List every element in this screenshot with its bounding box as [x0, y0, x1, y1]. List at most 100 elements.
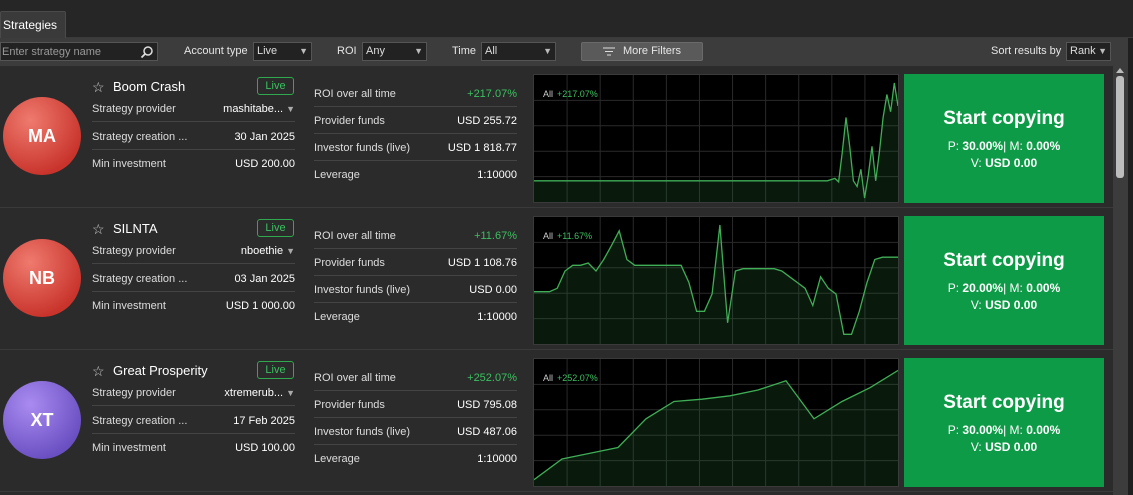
- volume-line: V: USD 0.00: [904, 440, 1104, 454]
- min-investment-value: USD 100.00: [235, 442, 295, 454]
- creation-row: Strategy creation ... 30 Jan 2025: [92, 123, 295, 150]
- p-value: 20.00%: [962, 281, 1004, 295]
- strategy-card: MA ☆ Boom Crash Live Strategy provider m…: [0, 66, 1113, 208]
- volume-line: V: USD 0.00: [904, 298, 1104, 312]
- search-icon[interactable]: [140, 45, 154, 59]
- sort-select[interactable]: Rank ▼: [1066, 42, 1111, 61]
- creation-value: 30 Jan 2025: [234, 131, 295, 143]
- sort-value: Rank: [1070, 45, 1096, 57]
- leverage-row: Leverage 1:10000: [314, 161, 517, 188]
- strategy-name[interactable]: SILNTA: [113, 221, 158, 236]
- provider-value[interactable]: nboethie ▼: [241, 245, 295, 257]
- investor-funds-value: USD 1 818.77: [447, 142, 517, 154]
- account-type-select[interactable]: Live ▼: [253, 42, 312, 61]
- investor-funds-value: USD 487.06: [457, 426, 517, 438]
- provider-funds-value: USD 1 108.76: [447, 257, 517, 269]
- provider-row: Strategy provider mashitabe... ▼: [92, 95, 295, 122]
- sort-label: Sort results by: [991, 45, 1062, 57]
- search-input[interactable]: [2, 44, 136, 59]
- start-copying-button[interactable]: Start copying P: 20.00%| M: 0.00% V: USD…: [904, 216, 1104, 345]
- leverage-label: Leverage: [314, 169, 360, 181]
- provider-funds-label: Provider funds: [314, 115, 385, 127]
- v-value: USD 0.00: [985, 156, 1038, 170]
- roi-label: ROI: [337, 45, 357, 57]
- strategy-card: NB ☆ SILNTA Live Strategy provider nboet…: [0, 208, 1113, 350]
- live-badge: Live: [257, 361, 294, 379]
- chevron-down-icon: ▼: [286, 388, 295, 398]
- roi-value: Any: [366, 45, 385, 57]
- performance-chart[interactable]: All +252.07%: [533, 358, 899, 487]
- provider-funds-label: Provider funds: [314, 257, 385, 269]
- provider-label: Strategy provider: [92, 103, 176, 115]
- creation-row: Strategy creation ... 17 Feb 2025: [92, 407, 295, 434]
- strategy-card: XT ☆ Great Prosperity Live Strategy prov…: [0, 350, 1113, 492]
- favorite-star-icon[interactable]: ☆: [92, 363, 105, 380]
- roi-value: +252.07%: [467, 372, 517, 384]
- fees-line: P: 30.00%| M: 0.00%: [904, 423, 1104, 437]
- scrollbar-thumb[interactable]: [1116, 76, 1124, 178]
- time-select[interactable]: All ▼: [481, 42, 556, 61]
- filter-icon: [602, 47, 615, 56]
- investor-funds-label: Investor funds (live): [314, 142, 410, 154]
- provider-value[interactable]: mashitabe... ▼: [223, 103, 295, 115]
- m-label: | M:: [1003, 423, 1023, 437]
- provider-label: Strategy provider: [92, 245, 176, 257]
- favorite-star-icon[interactable]: ☆: [92, 79, 105, 96]
- strategy-list: MA ☆ Boom Crash Live Strategy provider m…: [0, 66, 1113, 495]
- start-copying-label: Start copying: [943, 250, 1065, 271]
- avatar[interactable]: XT: [3, 381, 81, 459]
- strategy-name[interactable]: Boom Crash: [113, 79, 185, 94]
- investor-funds-row: Investor funds (live) USD 487.06: [314, 418, 517, 445]
- roi-row: ROI over all time +11.67%: [314, 222, 517, 249]
- performance-chart[interactable]: All +11.67%: [533, 216, 899, 345]
- roi-label: ROI over all time: [314, 372, 396, 384]
- leverage-label: Leverage: [314, 453, 360, 465]
- avatar[interactable]: MA: [3, 97, 81, 175]
- chart-roi: +11.67%: [557, 231, 593, 241]
- chevron-down-icon: ▼: [414, 46, 423, 56]
- p-value: 30.00%: [962, 139, 1004, 153]
- provider-value[interactable]: xtremerub... ▼: [224, 387, 295, 399]
- scroll-up-icon[interactable]: [1116, 68, 1124, 73]
- performance-chart[interactable]: All +217.07%: [533, 74, 899, 203]
- fees-line: P: 30.00%| M: 0.00%: [904, 139, 1104, 153]
- live-badge: Live: [257, 219, 294, 237]
- start-copying-button[interactable]: Start copying P: 30.00%| M: 0.00% V: USD…: [904, 74, 1104, 203]
- search-box[interactable]: [0, 42, 158, 61]
- chevron-down-icon: ▼: [1098, 46, 1107, 56]
- provider-funds-row: Provider funds USD 795.08: [314, 391, 517, 418]
- leverage-value: 1:10000: [477, 311, 517, 323]
- filter-bar: Account type Live ▼ ROI Any ▼ Time All ▼ Mo…: [0, 38, 1128, 66]
- m-label: | M:: [1003, 139, 1023, 153]
- m-value: 0.00%: [1026, 139, 1061, 153]
- min-investment-label: Min investment: [92, 158, 166, 170]
- tab-strategies[interactable]: Strategies: [0, 11, 66, 38]
- volume-line: V: USD 0.00: [904, 156, 1104, 170]
- favorite-star-icon[interactable]: ☆: [92, 221, 105, 238]
- chart-period: All: [543, 373, 554, 383]
- leverage-label: Leverage: [314, 311, 360, 323]
- more-filters-button[interactable]: More Filters: [581, 42, 703, 61]
- min-investment-row: Min investment USD 1 000.00: [92, 292, 295, 319]
- chart-label: All +252.07%: [543, 373, 598, 383]
- start-copying-button[interactable]: Start copying P: 30.00%| M: 0.00% V: USD…: [904, 358, 1104, 487]
- min-investment-row: Min investment USD 100.00: [92, 434, 295, 461]
- min-investment-value: USD 200.00: [235, 158, 295, 170]
- leverage-value: 1:10000: [477, 453, 517, 465]
- min-investment-label: Min investment: [92, 442, 166, 454]
- avatar[interactable]: NB: [3, 239, 81, 317]
- roi-select[interactable]: Any ▼: [362, 42, 427, 61]
- strategy-name[interactable]: Great Prosperity: [113, 363, 208, 378]
- v-value: USD 0.00: [985, 298, 1038, 312]
- series-area: [534, 370, 898, 486]
- chart-roi: +252.07%: [557, 373, 598, 383]
- chart-label: All +217.07%: [543, 89, 598, 99]
- account-type-value: Live: [257, 45, 278, 57]
- m-value: 0.00%: [1026, 281, 1061, 295]
- min-investment-value: USD 1 000.00: [225, 300, 295, 312]
- chevron-down-icon: ▼: [286, 104, 295, 114]
- provider-funds-value: USD 795.08: [457, 399, 517, 411]
- creation-value: 17 Feb 2025: [233, 415, 295, 427]
- roi-label: ROI over all time: [314, 230, 396, 242]
- investor-funds-label: Investor funds (live): [314, 284, 410, 296]
